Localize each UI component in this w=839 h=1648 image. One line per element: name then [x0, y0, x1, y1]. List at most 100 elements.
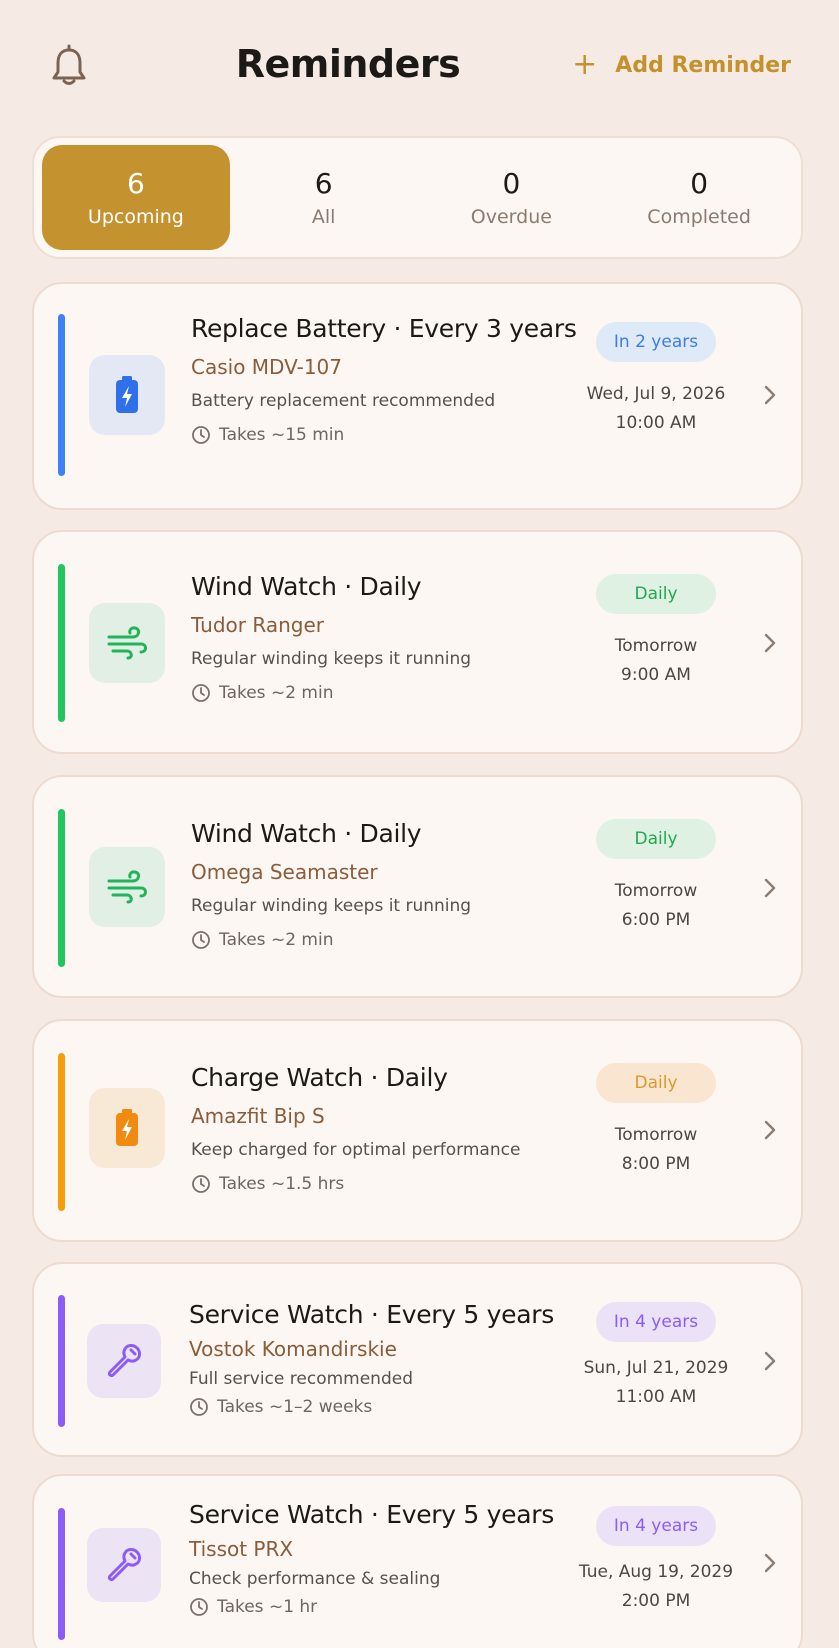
tab-label: Overdue: [470, 206, 552, 229]
accent-bar: [58, 314, 65, 476]
status-badge: In 2 years: [595, 322, 717, 362]
time-text: 11:00 AM: [615, 1386, 697, 1407]
wrench-icon: [87, 1324, 161, 1398]
wind-icon: [89, 847, 165, 927]
status-badge: Daily: [596, 819, 716, 859]
tab-all[interactable]: 6 All: [230, 145, 418, 250]
due-date: Tomorrow 9:00 AM: [615, 632, 697, 690]
reminder-title: Service Watch · Every 5 years: [189, 1300, 554, 1329]
watch-name: Tissot PRX: [189, 1537, 294, 1561]
duration-text: Takes ~1–2 weeks: [217, 1397, 373, 1417]
wrench-icon: [87, 1528, 161, 1602]
reminder-description: Keep charged for optimal performance: [191, 1140, 521, 1160]
status-badge: In 4 years: [595, 1506, 717, 1546]
date-text: Tomorrow: [614, 1125, 698, 1145]
chevron-right-icon: [764, 1553, 776, 1573]
clock-icon: [190, 1598, 208, 1616]
accent-bar: [58, 1053, 65, 1211]
due-date: Tue, Aug 19, 2029 2:00 PM: [579, 1558, 733, 1616]
duration-text: Takes ~1.5 hrs: [219, 1174, 345, 1194]
reminder-description: Battery replacement recommended: [191, 391, 496, 411]
clock-icon: [192, 931, 210, 949]
header: Reminders + Add Reminder: [0, 0, 839, 130]
duration: Takes ~1–2 weeks: [189, 1397, 554, 1417]
tab-label: Completed: [647, 206, 751, 229]
date-text: Tomorrow: [614, 636, 698, 656]
reminder-description: Regular winding keeps it running: [191, 649, 472, 669]
chevron-right-icon: [764, 385, 776, 405]
chevron-right-icon: [764, 1120, 776, 1140]
chevron-right-icon: [764, 1351, 776, 1371]
add-reminder-label: Add Reminder: [615, 52, 791, 78]
reminder-description: Full service recommended: [189, 1369, 413, 1389]
filter-tabs: 6 Upcoming 6 All 0 Overdue 0 Completed: [32, 136, 803, 259]
duration: Takes ~1.5 hrs: [191, 1174, 520, 1194]
reminder-title: Wind Watch · Daily: [191, 819, 422, 848]
duration: Takes ~2 min: [191, 683, 471, 703]
time-text: 9:00 AM: [621, 664, 691, 685]
tab-label: All: [311, 206, 336, 229]
date-text: Tomorrow: [614, 881, 698, 901]
tab-count: 0: [690, 166, 709, 200]
duration-text: Takes ~2 min: [219, 683, 334, 703]
battery-icon: [89, 355, 165, 435]
time-text: 2:00 PM: [621, 1590, 691, 1611]
date-text: Wed, Jul 9, 2026: [586, 384, 726, 404]
wind-icon: [89, 603, 165, 683]
date-text: Tue, Aug 19, 2029: [578, 1562, 734, 1582]
reminder-title: Wind Watch · Daily: [191, 572, 422, 601]
reminder-card[interactable]: Replace Battery · Every 3 years Casio MD…: [32, 282, 803, 510]
accent-bar: [58, 1508, 65, 1640]
reminder-title: Service Watch · Every 5 years: [189, 1500, 554, 1529]
reminder-card[interactable]: Service Watch · Every 5 years Vostok Kom…: [32, 1262, 803, 1457]
duration: Takes ~1 hr: [189, 1597, 554, 1617]
tab-upcoming[interactable]: 6 Upcoming: [42, 145, 230, 250]
tab-count: 6: [126, 166, 145, 200]
duration: Takes ~15 min: [191, 425, 577, 445]
watch-name: Omega Seamaster: [191, 860, 378, 884]
tab-completed[interactable]: 0 Completed: [605, 145, 793, 250]
watch-name: Amazfit Bip S: [191, 1104, 325, 1128]
chevron-right-icon: [764, 633, 776, 653]
battery-icon: [89, 1088, 165, 1168]
reminder-description: Regular winding keeps it running: [191, 896, 472, 916]
accent-bar: [58, 809, 65, 967]
date-text: Sun, Jul 21, 2029: [583, 1358, 729, 1378]
watch-name: Vostok Komandirskie: [189, 1337, 397, 1361]
duration-text: Takes ~2 min: [219, 930, 334, 950]
tab-count: 0: [502, 166, 521, 200]
due-date: Wed, Jul 9, 2026 10:00 AM: [587, 380, 726, 438]
reminder-card[interactable]: Wind Watch · Daily Omega Seamaster Regul…: [32, 775, 803, 998]
watch-name: Tudor Ranger: [191, 613, 324, 637]
due-date: Tomorrow 8:00 PM: [615, 1121, 697, 1179]
status-badge: Daily: [596, 574, 716, 614]
reminder-card[interactable]: Charge Watch · Daily Amazfit Bip S Keep …: [32, 1019, 803, 1242]
clock-icon: [190, 1398, 208, 1416]
reminder-title: Replace Battery · Every 3 years: [191, 314, 577, 343]
time-text: 6:00 PM: [621, 909, 691, 930]
plus-icon: +: [572, 47, 598, 82]
accent-bar: [58, 564, 65, 722]
due-date: Sun, Jul 21, 2029 11:00 AM: [584, 1354, 729, 1412]
due-date: Tomorrow 6:00 PM: [615, 877, 697, 935]
duration: Takes ~2 min: [191, 930, 471, 950]
tab-label: Upcoming: [87, 206, 184, 229]
tab-count: 6: [314, 166, 333, 200]
reminder-card[interactable]: Wind Watch · Daily Tudor Ranger Regular …: [32, 530, 803, 754]
chevron-right-icon: [764, 878, 776, 898]
tab-overdue[interactable]: 0 Overdue: [418, 145, 606, 250]
accent-bar: [58, 1295, 65, 1427]
watch-name: Casio MDV-107: [191, 355, 342, 379]
time-text: 8:00 PM: [621, 1153, 691, 1174]
duration-text: Takes ~15 min: [219, 425, 345, 445]
clock-icon: [192, 426, 210, 444]
time-text: 10:00 AM: [615, 412, 697, 433]
reminder-title: Charge Watch · Daily: [191, 1063, 448, 1092]
status-badge: Daily: [596, 1063, 716, 1103]
reminder-card[interactable]: Service Watch · Every 5 years Tissot PRX…: [32, 1474, 803, 1648]
clock-icon: [192, 684, 210, 702]
status-badge: In 4 years: [595, 1302, 717, 1342]
add-reminder-button[interactable]: + Add Reminder: [572, 50, 791, 80]
clock-icon: [192, 1175, 210, 1193]
duration-text: Takes ~1 hr: [217, 1597, 318, 1617]
